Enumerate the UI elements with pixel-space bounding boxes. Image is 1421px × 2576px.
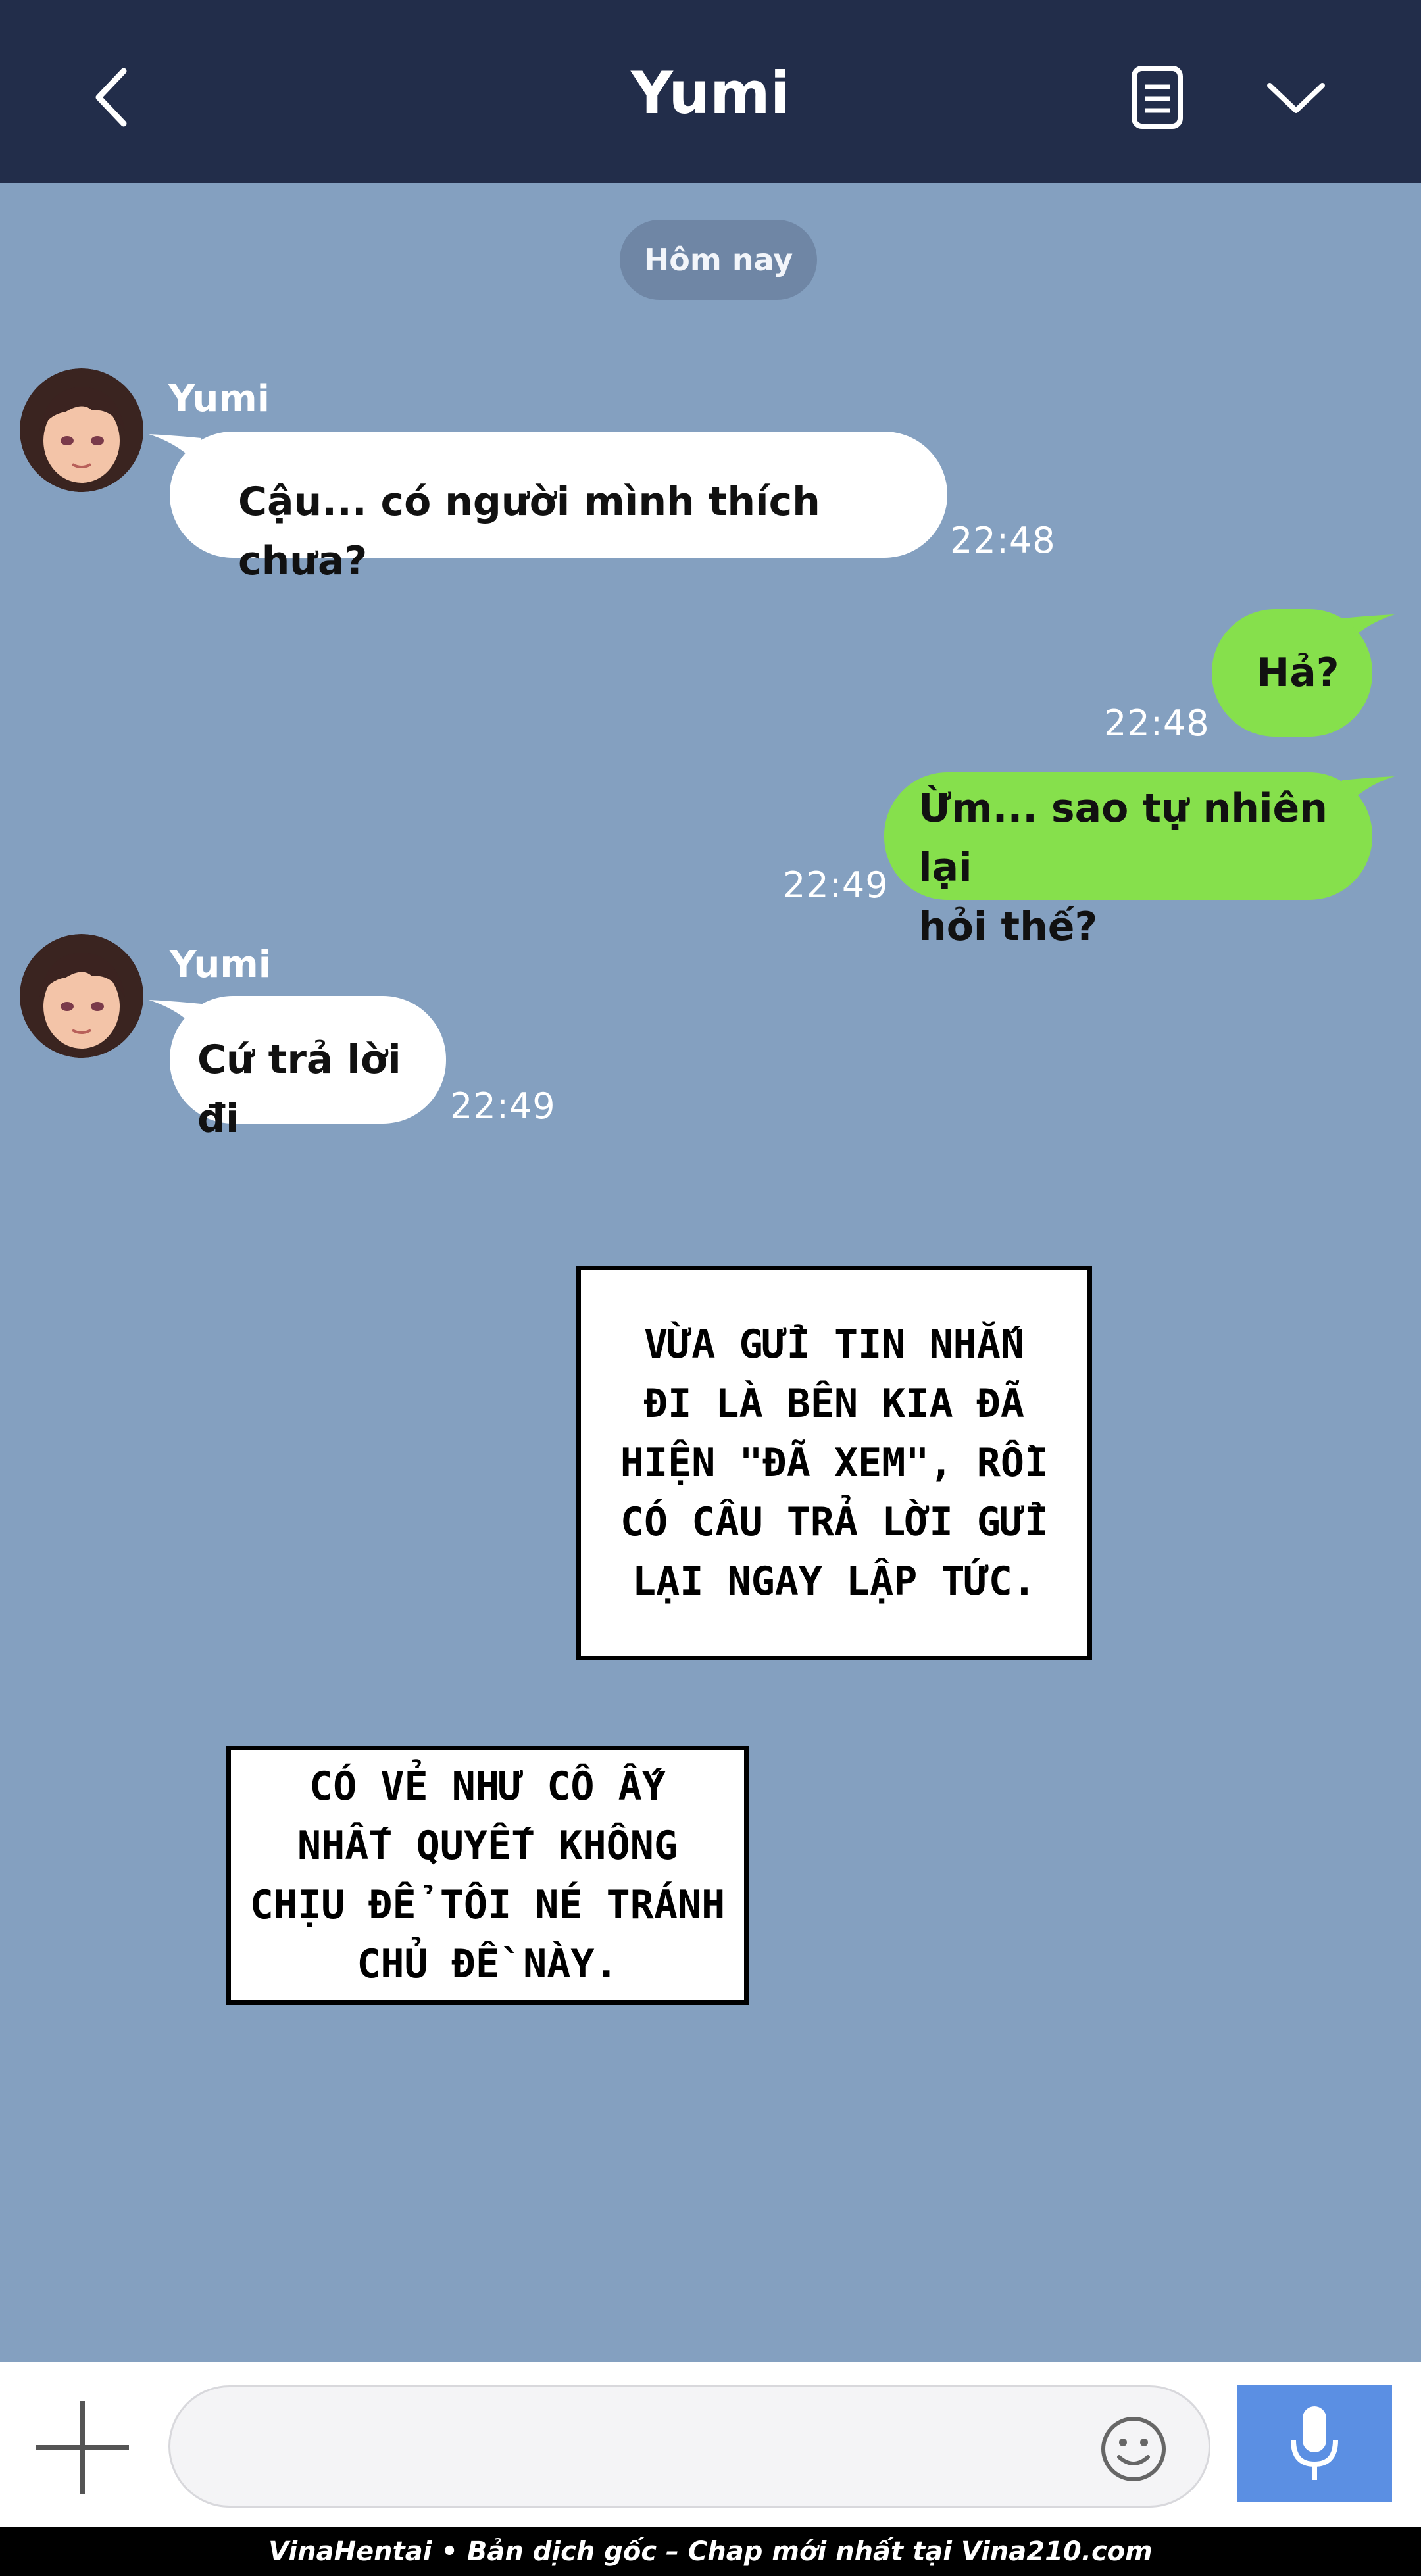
sender-name: Yumi [168,378,270,420]
footer-credit: VinaHentai • Bản dịch gốc – Chap mới nhấ… [0,2527,1421,2576]
avatar[interactable] [20,368,143,492]
message-bubble-incoming[interactable]: Cậu... có người mình thích chưa? [170,432,947,584]
message-text-line: hỏi thế? [918,904,1098,950]
chat-header: Yumi [0,0,1421,183]
narration-line: ĐI LÀ BÊN KIA ĐÃ [644,1381,1024,1427]
microphone-icon [1291,2406,1338,2480]
message-text-line: Ừm... sao tự nhiên lại [918,785,1328,891]
smiley-icon[interactable] [1099,2415,1168,2483]
sender-name: Yumi [170,943,271,986]
plus-icon[interactable] [33,2398,132,2497]
message-bubble-outgoing[interactable]: Hả? [1212,609,1372,737]
narration-line: CHỦ ĐỀ NÀY. [357,1941,618,1987]
narration-box: VỪA GỬI TIN NHẮN ĐI LÀ BÊN KIA ĐÃ HIỆN "… [576,1266,1092,1660]
date-separator: Hôm nay [620,220,817,300]
message-text: Cứ trả lời đi [197,1037,401,1142]
narration-line: VỪA GỬI TIN NHẮN [644,1322,1024,1368]
message-time: 22:49 [783,864,889,906]
chevron-down-icon[interactable] [1263,76,1329,118]
message-composer [0,2362,1421,2527]
narration-line: CÓ CÂU TRẢ LỜI GỬI [620,1499,1049,1545]
message-input[interactable] [168,2385,1210,2508]
message-text: Hả? [1257,650,1339,696]
message-text: Cậu... có người mình thích chưa? [238,479,820,584]
narration-box: CÓ VẺ NHƯ CÔ ẤY NHẤT QUYẾT KHÔNG CHỊU ĐỂ… [226,1746,749,2005]
narration-line: CÓ VẺ NHƯ CÔ ẤY [309,1764,666,1810]
message-time: 22:49 [450,1085,556,1127]
avatar[interactable] [20,934,143,1058]
document-icon[interactable] [1128,63,1187,132]
message-time: 22:48 [1104,703,1210,744]
message-time: 22:48 [950,520,1056,561]
message-bubble-outgoing[interactable]: Ừm... sao tự nhiên lại hỏi thế? [884,772,1372,950]
message-bubble-incoming[interactable]: Cứ trả lời đi [170,996,446,1142]
narration-line: CHỊU ĐỂ TÔI NÉ TRÁNH [249,1882,726,1928]
narration-line: LẠI NGAY LẬP TỨC. [632,1558,1037,1604]
narration-line: NHẤT QUYẾT KHÔNG [297,1823,678,1869]
chat-title: Yumi [631,59,790,127]
voice-button[interactable] [1237,2385,1392,2502]
narration-line: HIỆN "ĐÃ XEM", RỒI [620,1440,1049,1486]
